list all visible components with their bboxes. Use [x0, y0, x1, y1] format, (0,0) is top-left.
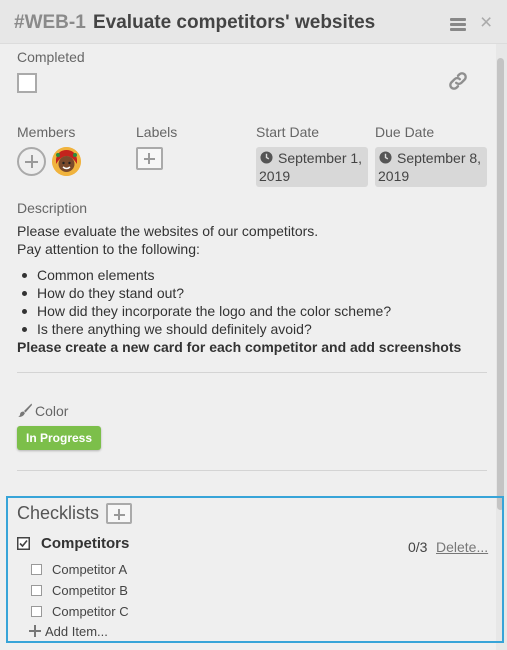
- checklist-progress-count: 0/3: [408, 539, 428, 555]
- start-date-label: Start Date: [256, 124, 320, 140]
- close-icon[interactable]: ×: [480, 12, 492, 33]
- description-line1: Please evaluate the websites of our comp…: [17, 223, 319, 239]
- start-date-line2: 2019: [259, 168, 291, 184]
- plus-icon: [29, 625, 41, 637]
- delete-checklist-link[interactable]: Delete...: [436, 539, 488, 555]
- clock-icon: [379, 151, 392, 164]
- checklist-item-checkbox[interactable]: [31, 564, 42, 575]
- description-bold-line: Please create a new card for each compet…: [17, 339, 462, 355]
- divider: [17, 372, 487, 373]
- checklist-item-label[interactable]: Competitor B: [52, 583, 128, 598]
- completed-label: Completed: [17, 49, 85, 65]
- color-label: Color: [35, 403, 69, 419]
- card-id: #WEB-1: [14, 12, 86, 33]
- due-date-line2: 2019: [378, 168, 410, 184]
- start-date-chip[interactable]: September 1, 2019: [256, 147, 368, 187]
- checklist-item-checkbox[interactable]: [31, 585, 42, 596]
- checklists-title: Checklists: [17, 503, 100, 523]
- paintbrush-icon: [18, 403, 32, 418]
- due-date-line1: September 8,: [397, 150, 482, 166]
- link-icon[interactable]: [447, 70, 469, 92]
- checklist-name[interactable]: Competitors: [41, 535, 129, 552]
- completed-checkbox[interactable]: [17, 73, 37, 93]
- hamburger-menu-icon[interactable]: [450, 18, 466, 32]
- user-avatar[interactable]: [52, 147, 81, 176]
- add-item-button[interactable]: Add Item...: [29, 624, 108, 639]
- members-label: Members: [17, 124, 76, 140]
- description-label: Description: [17, 200, 88, 216]
- card-title[interactable]: Evaluate competitors' websites: [93, 12, 375, 34]
- add-member-icon[interactable]: [17, 147, 46, 176]
- description-bullet-list: Common elements How do they stand out? H…: [20, 266, 391, 338]
- list-item: How do they stand out?: [20, 284, 391, 302]
- checklist-item-label[interactable]: Competitor C: [52, 604, 129, 619]
- description-line2: Pay attention to the following:: [17, 241, 200, 257]
- checklist-item-checkbox[interactable]: [31, 606, 42, 617]
- card-header: #WEB-1 Evaluate competitors' websites ×: [0, 0, 507, 44]
- due-date-label: Due Date: [375, 124, 435, 140]
- list-item: How did they incorporate the logo and th…: [20, 302, 391, 320]
- status-badge[interactable]: In Progress: [17, 426, 101, 450]
- add-checklist-icon[interactable]: [106, 503, 132, 524]
- add-item-label: Add Item...: [45, 624, 108, 639]
- add-label-icon[interactable]: [136, 147, 163, 170]
- list-item: Common elements: [20, 266, 391, 284]
- divider: [17, 470, 487, 471]
- list-item: Is there anything we should definitely a…: [20, 320, 391, 338]
- due-date-chip[interactable]: September 8, 2019: [375, 147, 487, 187]
- clock-icon: [260, 151, 273, 164]
- checklist-checked-icon[interactable]: [17, 537, 30, 550]
- checklist-item-label[interactable]: Competitor A: [52, 562, 127, 577]
- start-date-line1: September 1,: [278, 150, 363, 166]
- scrollbar-thumb[interactable]: [497, 58, 504, 510]
- card-detail-panel: #WEB-1 Evaluate competitors' websites × …: [0, 0, 507, 650]
- labels-label: Labels: [136, 124, 178, 140]
